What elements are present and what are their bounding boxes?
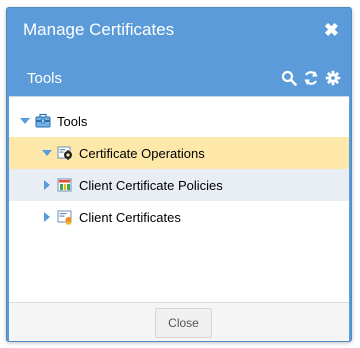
tree-node-label: Client Certificates — [79, 209, 181, 225]
tree-node-label: Tools — [57, 113, 88, 129]
tree-node-tools[interactable]: Tools — [9, 105, 349, 137]
dialog-titlebar: Manage Certificates ✖ — [7, 8, 351, 52]
tree-node-certificate-operations[interactable]: Certificate Operations — [9, 137, 349, 169]
certificate-icon — [57, 209, 73, 225]
chevron-right-icon[interactable] — [41, 179, 53, 191]
close-icon[interactable]: ✖ — [324, 21, 339, 39]
tree-view: Tools Certificate Operations Client Cert… — [9, 96, 349, 303]
certificate-policy-icon — [57, 177, 73, 193]
dialog-footer: Close — [9, 302, 349, 341]
tree-node-client-certificates[interactable]: Client Certificates — [9, 201, 349, 233]
close-button[interactable]: Close — [155, 308, 212, 338]
gear-icon[interactable] — [325, 70, 341, 86]
tree-node-label: Certificate Operations — [79, 145, 205, 161]
certificate-gear-icon — [57, 145, 73, 161]
manage-certificates-dialog: Manage Certificates ✖ Tools Tools Certif… — [6, 7, 352, 342]
refresh-icon[interactable] — [303, 70, 319, 86]
panel-header: Tools — [7, 56, 351, 100]
panel-title: Tools — [27, 69, 63, 87]
chevron-right-icon[interactable] — [41, 211, 53, 223]
chevron-down-icon[interactable] — [41, 147, 53, 159]
panel-toolbar — [281, 70, 341, 86]
tree-node-label: Client Certificate Policies — [79, 177, 223, 193]
toolbox-icon — [35, 113, 51, 129]
search-icon[interactable] — [281, 70, 297, 86]
dialog-title: Manage Certificates — [23, 20, 175, 39]
tree-node-client-certificate-policies[interactable]: Client Certificate Policies — [9, 169, 349, 201]
chevron-down-icon[interactable] — [19, 115, 31, 127]
